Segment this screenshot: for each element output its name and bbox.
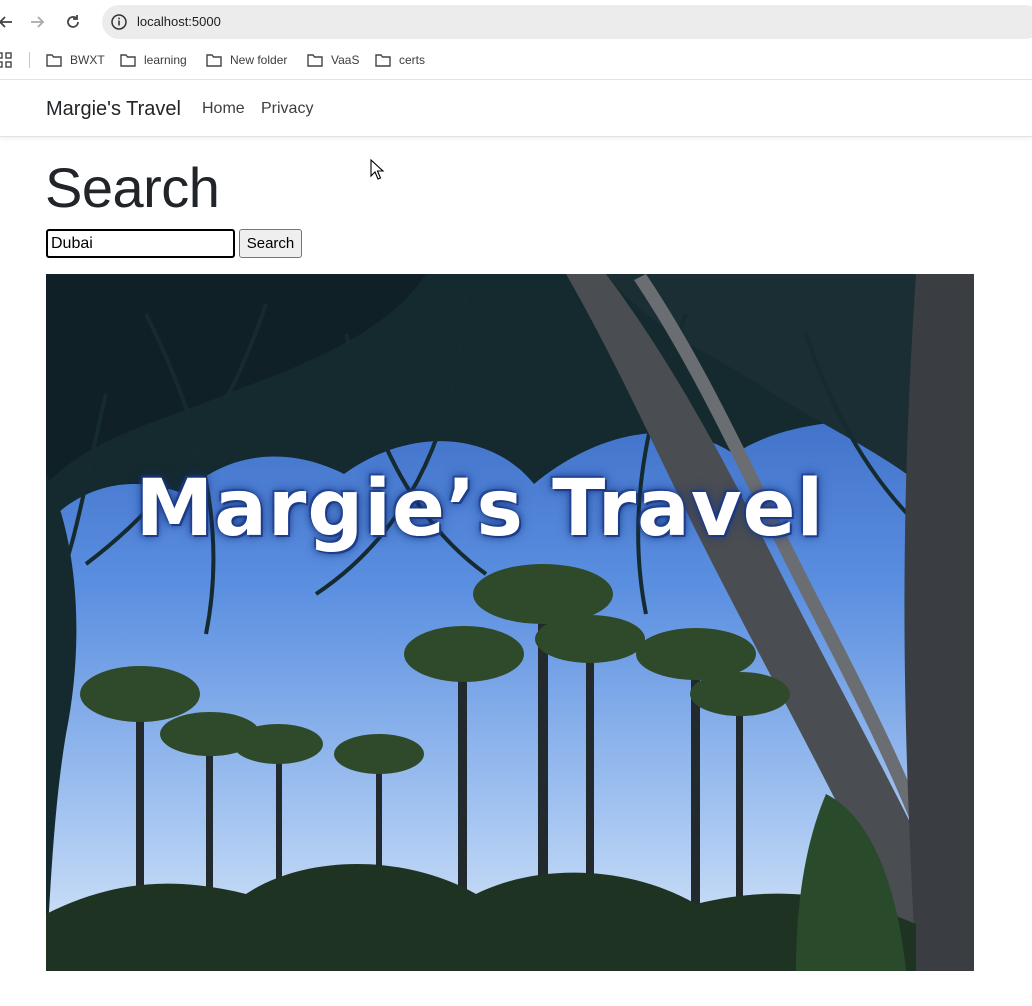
nav-link-privacy[interactable]: Privacy bbox=[261, 100, 313, 118]
site-navbar: Margie's Travel Home Privacy bbox=[0, 81, 1032, 137]
apps-grid-icon[interactable] bbox=[0, 52, 12, 68]
folder-icon bbox=[375, 54, 391, 67]
url-text[interactable]: localhost:5000 bbox=[137, 14, 221, 29]
bookmark-learning[interactable]: learning bbox=[120, 50, 187, 70]
search-button[interactable]: Search bbox=[239, 229, 302, 258]
folder-icon bbox=[120, 54, 136, 67]
bookmark-vaas[interactable]: VaaS bbox=[307, 50, 359, 70]
page-title: Search bbox=[45, 156, 220, 219]
arrow-right-icon[interactable] bbox=[25, 10, 49, 34]
arrow-left-icon[interactable] bbox=[0, 10, 18, 34]
bookmarks-bar: BWXT learning New folder VaaS certs bbox=[0, 44, 1032, 74]
bookmark-certs[interactable]: certs bbox=[375, 50, 425, 70]
bookmark-label: certs bbox=[399, 53, 426, 67]
reload-icon[interactable] bbox=[61, 10, 85, 34]
hero-overlay-title: Margie’s Travel bbox=[135, 464, 825, 554]
address-bar[interactable]: localhost:5000 bbox=[102, 5, 1032, 39]
nav-link-home[interactable]: Home bbox=[202, 100, 245, 118]
info-icon[interactable] bbox=[110, 13, 128, 31]
bookmark-label: New folder bbox=[230, 53, 288, 67]
folder-icon bbox=[307, 54, 323, 67]
hero-image: Margie’s Travel bbox=[46, 274, 974, 971]
browser-toolbar: localhost:5000 BWXT learning New folder … bbox=[0, 0, 1032, 80]
palm-trees-illustration bbox=[46, 274, 974, 971]
mouse-cursor-icon bbox=[370, 159, 385, 180]
bookmark-bwxt[interactable]: BWXT bbox=[46, 50, 105, 70]
site-brand[interactable]: Margie's Travel bbox=[46, 98, 181, 121]
bookmarks-divider bbox=[29, 52, 30, 68]
bookmark-label: learning bbox=[144, 53, 187, 67]
folder-icon bbox=[46, 54, 62, 67]
bookmark-label: BWXT bbox=[70, 53, 105, 67]
search-input[interactable] bbox=[46, 229, 235, 258]
bookmark-label: VaaS bbox=[331, 53, 360, 67]
folder-icon bbox=[206, 54, 222, 67]
bookmark-new-folder[interactable]: New folder bbox=[206, 50, 287, 70]
